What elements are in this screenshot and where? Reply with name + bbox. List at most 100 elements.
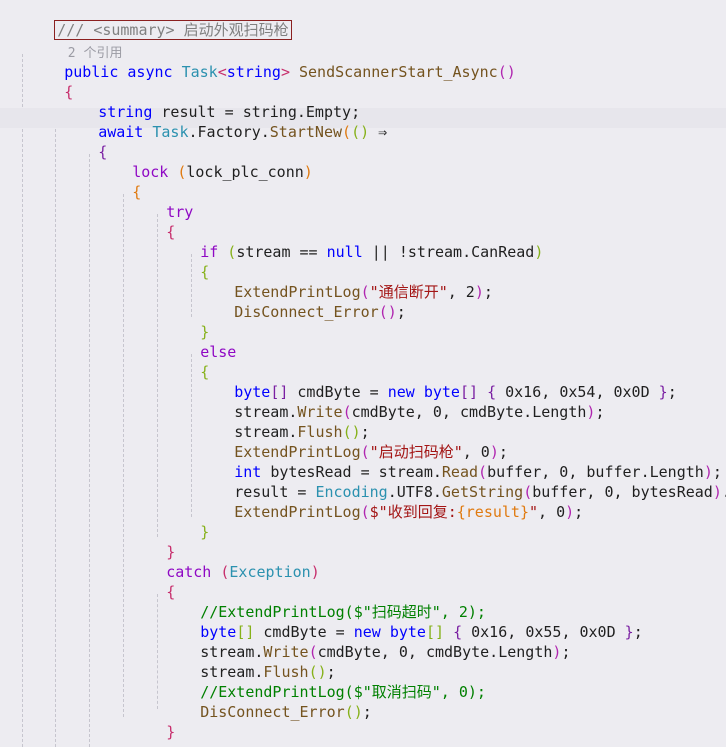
paren-log-open: ( xyxy=(360,283,370,301)
keyword-async: async xyxy=(127,63,173,81)
type-task-factory: Task xyxy=(152,123,189,141)
paren-if-open: ( xyxy=(227,243,237,261)
paren-lock-close: ) xyxy=(303,163,313,181)
brace-method-open: { xyxy=(64,83,74,101)
keyword-public: public xyxy=(64,63,119,81)
line-doc-comment[interactable]: /// <summary> 启动外观扫码枪 xyxy=(0,0,726,40)
paren-if-close: ) xyxy=(534,243,544,261)
codelens-references[interactable]: 2 个引用 xyxy=(68,46,123,61)
string-interp-suffix: " xyxy=(529,503,539,521)
catch-byte-value-0: 0x16 xyxy=(471,623,508,641)
keyword-byte-4: byte xyxy=(389,623,426,641)
method-extendprintlog-2: ExtendPrintLog xyxy=(234,443,361,461)
brace-else-open: { xyxy=(200,363,210,381)
method-extendprintlog-3: ExtendPrintLog xyxy=(234,503,361,521)
keyword-lock: lock xyxy=(132,163,169,181)
brace-try-close: } xyxy=(166,543,176,561)
arg-log2-level: 0 xyxy=(480,443,490,461)
method-extendprintlog: ExtendPrintLog xyxy=(234,283,361,301)
line-try-close-brace[interactable]: } xyxy=(0,522,726,561)
type-task: Task xyxy=(181,63,218,81)
code-lines[interactable]: /// <summary> 启动外观扫码枪 2 个引用 public async… xyxy=(0,0,726,741)
brace-lock-open: { xyxy=(132,183,142,201)
paren-read-open: ( xyxy=(478,463,488,481)
keyword-byte: byte xyxy=(234,383,271,401)
literal-null: null xyxy=(326,243,363,261)
doc-comment-tag: <summary> xyxy=(93,21,175,39)
brace-if-close: } xyxy=(200,323,210,341)
line-comment-cancel[interactable]: //ExtendPrintLog($"取消扫码", 0); xyxy=(0,662,726,701)
string-reply-text: 收到回复: xyxy=(387,503,457,521)
method-name: SendScannerStart_Async xyxy=(299,63,498,81)
method-disconnect-error-2: DisConnect_Error xyxy=(200,703,345,721)
bracket-byte-array-4: [] xyxy=(425,623,445,641)
method-disconnect-error: DisConnect_Error xyxy=(234,303,379,321)
var-cmdbyte-2: cmdByte xyxy=(263,623,327,641)
generic-arg-string: string xyxy=(226,63,281,81)
paren-log3-open: ( xyxy=(360,503,370,521)
bracket-byte-array-3: [] xyxy=(236,623,255,641)
keyword-catch: catch xyxy=(166,563,212,581)
type-encoding: Encoding xyxy=(315,483,388,501)
keyword-await: await xyxy=(98,123,144,141)
byte-value-1: 0x54 xyxy=(559,383,596,401)
cond-canread: stream.CanRead xyxy=(407,243,535,261)
brace-initializer-close-2: } xyxy=(624,623,634,641)
line-comment-timeout[interactable]: //ExtendPrintLog($"扫码超时", 2); xyxy=(0,582,726,621)
code-editor[interactable]: /// <summary> 启动外观扫码枪 2 个引用 public async… xyxy=(0,0,726,747)
string-disconnect-message: "通信断开" xyxy=(369,283,448,301)
lambda-arrow: ⇒ xyxy=(378,123,388,141)
brace-catch-close: } xyxy=(166,723,176,741)
line-catch[interactable]: catch (Exception) xyxy=(0,542,726,581)
brace-catch-open: { xyxy=(166,583,176,601)
paren-log-close: ) xyxy=(474,283,484,301)
byte-value-0: 0x16 xyxy=(505,383,542,401)
paren-getstring-open: ( xyxy=(523,483,533,501)
paren-flush: () xyxy=(342,423,361,441)
keyword-if: if xyxy=(200,243,219,261)
line-else[interactable]: else xyxy=(0,322,726,361)
paren-log2-open: ( xyxy=(360,443,370,461)
doc-comment-text: 启动外观扫码枪 xyxy=(183,21,289,39)
bracket-byte-array-2: [] xyxy=(459,383,479,401)
paren-read-close: ) xyxy=(703,463,713,481)
bracket-byte-array: [] xyxy=(270,383,289,401)
line-log-disconnect[interactable]: ExtendPrintLog("通信断开", 2); xyxy=(0,262,726,301)
lambda-parens: () xyxy=(351,123,370,141)
method-write-2: Write xyxy=(263,643,309,661)
arg-log-level: 2 xyxy=(465,283,475,301)
keyword-byte-2: byte xyxy=(423,383,460,401)
keyword-else: else xyxy=(200,343,237,361)
paren-disconnect-2: () xyxy=(344,703,363,721)
method-startnew: StartNew xyxy=(269,123,343,141)
brace-else-close: } xyxy=(200,523,210,541)
var-result: result xyxy=(161,103,216,121)
line-else-byte-decl[interactable]: byte[] cmdByte = new byte[] { 0x16, 0x54… xyxy=(0,362,726,401)
var-cmdbyte: cmdByte xyxy=(297,383,361,401)
var-bytesread: bytesRead xyxy=(270,463,352,481)
keyword-new-2: new xyxy=(353,623,381,641)
catch-byte-value-2: 0x0D xyxy=(579,623,616,641)
paren-startnew-open: ( xyxy=(342,123,352,141)
doc-comment-highlight-box: /// <summary> 启动外观扫码枪 xyxy=(54,20,292,40)
method-write: Write xyxy=(297,403,343,421)
paren-write2-open: ( xyxy=(308,643,318,661)
paren-catch-close: ) xyxy=(310,563,320,581)
paren-log3-close: ) xyxy=(565,503,575,521)
line-result-decl[interactable]: string result = string.Empty; xyxy=(0,82,726,121)
method-getstring: GetString xyxy=(441,483,524,501)
line-catch-open-brace[interactable]: { xyxy=(0,562,726,601)
catch-byte-value-1: 0x55 xyxy=(525,623,562,641)
brace-lambda-open: { xyxy=(98,143,108,161)
line-lock-close-brace[interactable]: } xyxy=(0,722,726,732)
method-read: Read xyxy=(441,463,479,481)
type-exception: Exception xyxy=(229,563,311,581)
paren-flush-2: () xyxy=(308,663,327,681)
byte-value-2: 0x0D xyxy=(613,383,650,401)
comment-cancel-scan: //ExtendPrintLog($"取消扫码", 0); xyxy=(200,683,486,701)
paren-getstring-close: ) xyxy=(712,483,722,501)
line-lock-statement[interactable]: lock (lock_plc_conn) xyxy=(0,142,726,181)
keyword-string: string xyxy=(98,103,153,121)
line-else-open-brace[interactable]: { xyxy=(0,342,726,381)
line-if-condition[interactable]: if (stream == null || !stream.CanRead) xyxy=(0,222,726,261)
